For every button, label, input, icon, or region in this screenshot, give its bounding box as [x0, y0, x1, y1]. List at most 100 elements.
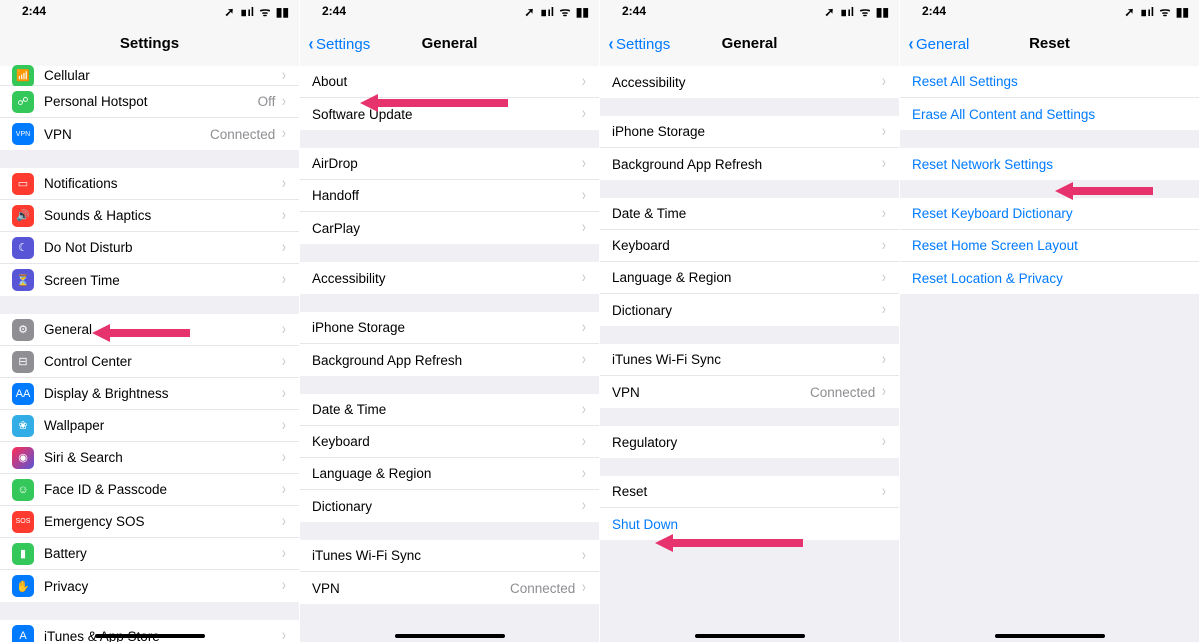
chevron-right-icon: › — [282, 511, 286, 531]
row-value: Connected — [810, 385, 875, 400]
screen-general-top: 2:44 ➚ ∎ıl ᯤ ▮▮ ‹ Settings General About… — [300, 0, 600, 642]
list-item[interactable]: Reset› — [600, 476, 899, 508]
list-item[interactable]: VPNConnected› — [300, 572, 599, 604]
list-item[interactable]: iTunes Wi-Fi Sync› — [300, 540, 599, 572]
row-label: Regulatory — [612, 435, 881, 450]
list-item[interactable]: Date & Time› — [300, 394, 599, 426]
list-item[interactable]: 📶Cellular› — [0, 66, 299, 86]
chevron-right-icon: › — [882, 235, 886, 255]
chevron-right-icon: › — [582, 267, 586, 287]
chevron-right-icon: › — [582, 71, 586, 91]
list-item[interactable]: ❀Wallpaper› — [0, 410, 299, 442]
list-item[interactable]: ⏳Screen Time› — [0, 264, 299, 296]
row-icon: ⚙ — [12, 319, 34, 341]
list-item[interactable]: Language & Region› — [600, 262, 899, 294]
list-item[interactable]: Erase All Content and Settings — [900, 98, 1199, 130]
list-item[interactable]: ▭Notifications› — [0, 168, 299, 200]
list-item[interactable]: Reset Home Screen Layout — [900, 230, 1199, 262]
status-bar: 2:44 ➚ ∎ıl ᯤ ▮▮ — [300, 0, 599, 22]
list-item[interactable]: iPhone Storage› — [300, 312, 599, 344]
list-item[interactable]: Reset Location & Privacy — [900, 262, 1199, 294]
list-item[interactable]: Keyboard› — [600, 230, 899, 262]
list-item[interactable]: ⚙General› — [0, 314, 299, 346]
row-label: Emergency SOS — [44, 514, 281, 529]
list-item[interactable]: Software Update› — [300, 98, 599, 130]
list-item[interactable]: Dictionary› — [300, 490, 599, 522]
settings-list: 📶Cellular›☍Personal HotspotOff›VPNVPNCon… — [0, 66, 299, 642]
list-item[interactable]: SOS Emergency SOS› — [0, 506, 299, 538]
row-icon: 📶 — [12, 65, 34, 87]
general-list: About›Software Update› AirDrop›Handoff›Ca… — [300, 66, 599, 604]
list-item[interactable]: Reset Keyboard Dictionary — [900, 198, 1199, 230]
row-icon: ☺ — [12, 479, 34, 501]
chevron-right-icon: › — [282, 415, 286, 435]
list-item[interactable]: VPNVPNConnected› — [0, 118, 299, 150]
list-item[interactable]: Reset All Settings — [900, 66, 1199, 98]
list-item[interactable]: AirDrop› — [300, 148, 599, 180]
list-item[interactable]: ◉Siri & Search› — [0, 442, 299, 474]
list-item[interactable]: AiTunes & App Store› — [0, 620, 299, 642]
location-icon: ➚ — [824, 5, 834, 19]
row-label: Background App Refresh — [312, 353, 581, 368]
row-label: Dictionary — [312, 499, 581, 514]
list-item[interactable]: Background App Refresh› — [300, 344, 599, 376]
row-icon: SOS — [12, 511, 34, 533]
home-indicator[interactable] — [95, 634, 205, 638]
list-item[interactable]: CarPlay› — [300, 212, 599, 244]
list-section: Reset Keyboard DictionaryReset Home Scre… — [900, 198, 1199, 294]
row-label: Language & Region — [612, 270, 881, 285]
list-item[interactable]: ☺Face ID & Passcode› — [0, 474, 299, 506]
row-icon: VPN — [12, 123, 34, 145]
list-item[interactable]: Dictionary› — [600, 294, 899, 326]
list-item[interactable]: Regulatory› — [600, 426, 899, 458]
row-label: Dictionary — [612, 303, 881, 318]
list-item[interactable]: About› — [300, 66, 599, 98]
list-item[interactable]: ▮Battery› — [0, 538, 299, 570]
home-indicator[interactable] — [395, 634, 505, 638]
list-item[interactable]: ☍Personal HotspotOff› — [0, 86, 299, 118]
back-button[interactable]: ‹ General — [908, 22, 969, 66]
status-time: 2:44 — [22, 4, 46, 18]
row-label: Language & Region — [312, 466, 581, 481]
list-item[interactable]: Accessibility› — [600, 66, 899, 98]
battery-icon: ▮▮ — [876, 5, 889, 19]
list-item[interactable]: VPNConnected› — [600, 376, 899, 408]
chevron-right-icon: › — [282, 91, 286, 111]
home-indicator[interactable] — [995, 634, 1105, 638]
list-item[interactable]: ☾Do Not Disturb› — [0, 232, 299, 264]
back-button[interactable]: ‹ Settings — [308, 22, 370, 66]
chevron-right-icon: › — [282, 575, 286, 595]
chevron-right-icon: › — [582, 399, 586, 419]
row-icon: ⊟ — [12, 351, 34, 373]
list-item[interactable]: Reset Network Settings — [900, 148, 1199, 180]
list-item[interactable]: Shut Down — [600, 508, 899, 540]
list-item[interactable]: Keyboard› — [300, 426, 599, 458]
row-label: iPhone Storage — [612, 124, 881, 139]
list-item[interactable]: 🔊Sounds & Haptics› — [0, 200, 299, 232]
list-section: iTunes Wi-Fi Sync›VPNConnected› — [600, 344, 899, 408]
list-item[interactable]: Accessibility› — [300, 262, 599, 294]
list-item[interactable]: iPhone Storage› — [600, 116, 899, 148]
row-label: Face ID & Passcode — [44, 482, 281, 497]
battery-icon: ▮▮ — [576, 5, 589, 19]
row-icon: ▭ — [12, 173, 34, 195]
wifi-icon: ᯤ — [1159, 5, 1170, 19]
back-button[interactable]: ‹ Settings — [608, 22, 670, 66]
chevron-right-icon: › — [282, 351, 286, 371]
list-item[interactable]: ⊟Control Center› — [0, 346, 299, 378]
list-item[interactable]: ✋Privacy› — [0, 570, 299, 602]
chevron-right-icon: › — [882, 267, 886, 287]
row-label: Shut Down — [612, 517, 887, 532]
signal-icon: ∎ıl — [840, 5, 854, 19]
list-item[interactable]: Language & Region› — [300, 458, 599, 490]
list-item[interactable]: Date & Time› — [600, 198, 899, 230]
home-indicator[interactable] — [695, 634, 805, 638]
row-label: Keyboard — [312, 434, 581, 449]
list-item[interactable]: Handoff› — [300, 180, 599, 212]
list-item[interactable]: AADisplay & Brightness› — [0, 378, 299, 410]
row-label: Date & Time — [612, 206, 881, 221]
list-item[interactable]: Background App Refresh› — [600, 148, 899, 180]
list-item[interactable]: iTunes Wi-Fi Sync› — [600, 344, 899, 376]
chevron-right-icon: › — [282, 173, 286, 193]
row-label: Siri & Search — [44, 450, 281, 465]
